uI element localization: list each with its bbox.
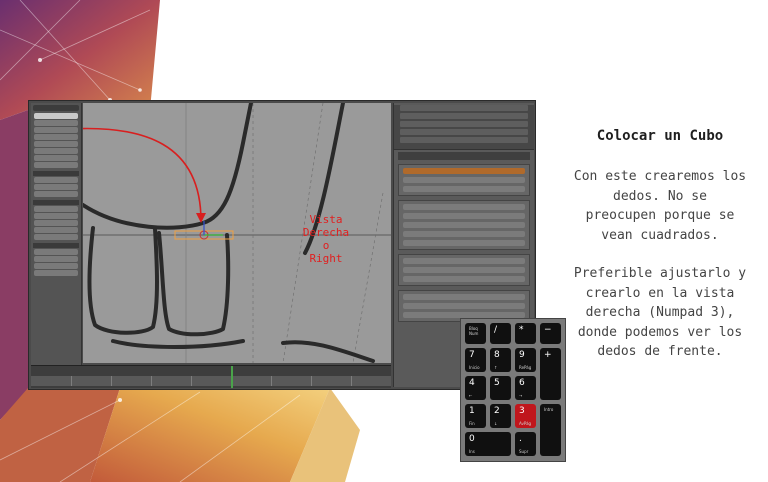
numpad-key-multiply: * [515,323,536,344]
annotation-line: Vista [309,213,343,226]
numpad-key-1: 1 Fin [465,404,486,428]
tool-button [34,148,78,154]
timeline-cursor [231,366,233,388]
tool-button [34,227,78,233]
tool-button [34,184,78,190]
tool-button [34,206,78,212]
key-label: 5 [494,378,500,388]
key-sublabel: Bloq Num [469,326,479,336]
numpad-key-7: 7 Inicio [465,348,486,372]
tool-button [34,134,78,140]
slide-paragraph: Con este crearemos los dedos. No se preo… [573,169,747,243]
key-sublabel: ↑ [494,365,498,370]
key-label: / [494,325,498,335]
annotation-line: Right [309,252,343,265]
slide-title: Colocar un Cubo [596,128,724,144]
tool-shelf [31,103,82,365]
tool-button [34,270,78,276]
key-sublabel: → [519,393,523,398]
tool-button [34,141,78,147]
key-sublabel: RePág [519,365,532,370]
key-label: 8 [494,350,500,360]
3d-viewport: Vista Derecha o Right [83,103,391,363]
key-label: + [544,350,552,360]
numpad-key-5: 5 [490,376,511,400]
numpad-key-9: 9 RePág [515,348,536,372]
key-sublabel: Intro [544,407,554,412]
key-sublabel: Fin [469,421,475,426]
tool-button [34,113,78,119]
key-label: 0 [469,434,475,444]
numpad-key-minus: − [540,323,561,344]
tool-button [34,127,78,133]
numpad-key-2: 2 ↓ [490,404,511,428]
key-label: 3 [519,406,525,416]
key-label: 6 [519,378,525,388]
properties-tabs [398,152,530,160]
key-label: 1 [469,406,475,416]
tool-button [34,220,78,226]
key-sublabel: AvPág [519,421,532,426]
tool-button [34,234,78,240]
properties-section [398,200,530,250]
numpad-key-4: 4 ← [465,376,486,400]
key-label: 4 [469,378,475,388]
timeline [31,365,391,388]
tool-button [34,120,78,126]
key-label: 2 [494,406,500,416]
numpad-key-0: 0 Ins [465,432,511,456]
numpad-key-6: 6 → [515,376,536,400]
numpad-key-divide: / [490,323,511,344]
annotation-line: o [322,239,330,252]
key-label: 9 [519,350,525,360]
numpad-image: Bloq Num / * − 7 Inicio 8 ↑ 9 RePág + 4 … [460,318,566,462]
key-sublabel: Ins [469,449,475,454]
key-label: − [544,325,552,335]
tool-button [34,213,78,219]
numpad-key-enter: Intro [540,404,561,456]
key-sublabel: ← [469,393,473,398]
key-sublabel: Inicio [469,365,480,370]
slide-paragraph: Preferible ajustarlo y crearlo en la vis… [573,266,747,359]
numpad-key-numlock: Bloq Num [465,323,486,344]
key-label: . [519,434,522,444]
properties-section [398,164,530,196]
numpad-key-3: 3 AvPág [515,404,536,428]
tool-button [34,256,78,262]
annotation-line: Derecha [302,226,350,239]
tool-button [34,155,78,161]
numpad-key-8: 8 ↑ [490,348,511,372]
annotation-text: Vista Derecha o Right [286,213,366,265]
key-sublabel: ↓ [494,421,498,426]
key-sublabel: Supr [519,449,529,454]
key-label: 7 [469,350,475,360]
key-label: * [519,325,524,335]
tool-button [34,249,78,255]
tool-button [34,263,78,269]
properties-section [398,254,530,286]
tool-button [34,191,78,197]
tool-button [34,177,78,183]
tool-button [34,162,78,168]
outliner [394,105,534,150]
numpad-key-decimal: . Supr [515,432,536,456]
numpad-key-plus: + [540,348,561,400]
